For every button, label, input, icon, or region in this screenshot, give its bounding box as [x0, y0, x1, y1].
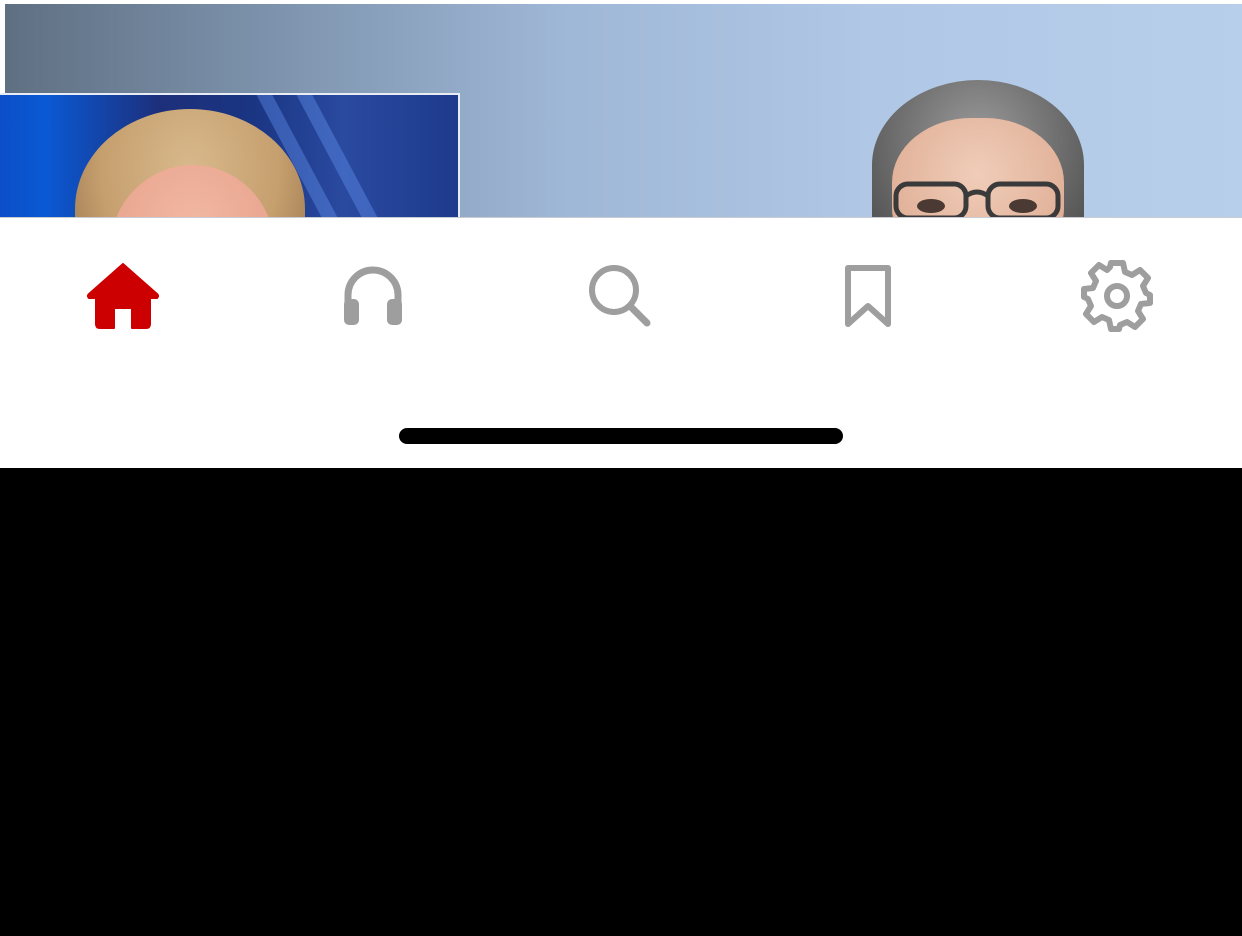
- hero-image[interactable]: [0, 0, 1242, 218]
- tab-home[interactable]: [63, 248, 183, 344]
- tab-search[interactable]: [560, 248, 680, 344]
- gear-icon: [1081, 260, 1153, 332]
- empty-black-area: [0, 468, 1242, 936]
- glasses-graphic: [893, 181, 1061, 217]
- inset-video-frame: [0, 93, 460, 217]
- bookmark-icon: [845, 265, 891, 327]
- tab-listen[interactable]: [313, 248, 433, 344]
- inset-light-stripe: [293, 95, 401, 217]
- app-screen: [0, 0, 1242, 936]
- hero-frame-edge: [0, 0, 5, 95]
- bottom-tab-bar: [0, 218, 1242, 468]
- home-indicator-bar: [399, 428, 843, 444]
- tab-settings[interactable]: [1057, 248, 1177, 344]
- hero-top-edge: [0, 0, 1242, 4]
- search-icon: [589, 265, 651, 327]
- tab-saved[interactable]: [808, 248, 928, 344]
- home-icon: [87, 263, 159, 329]
- headphones-icon: [344, 266, 402, 325]
